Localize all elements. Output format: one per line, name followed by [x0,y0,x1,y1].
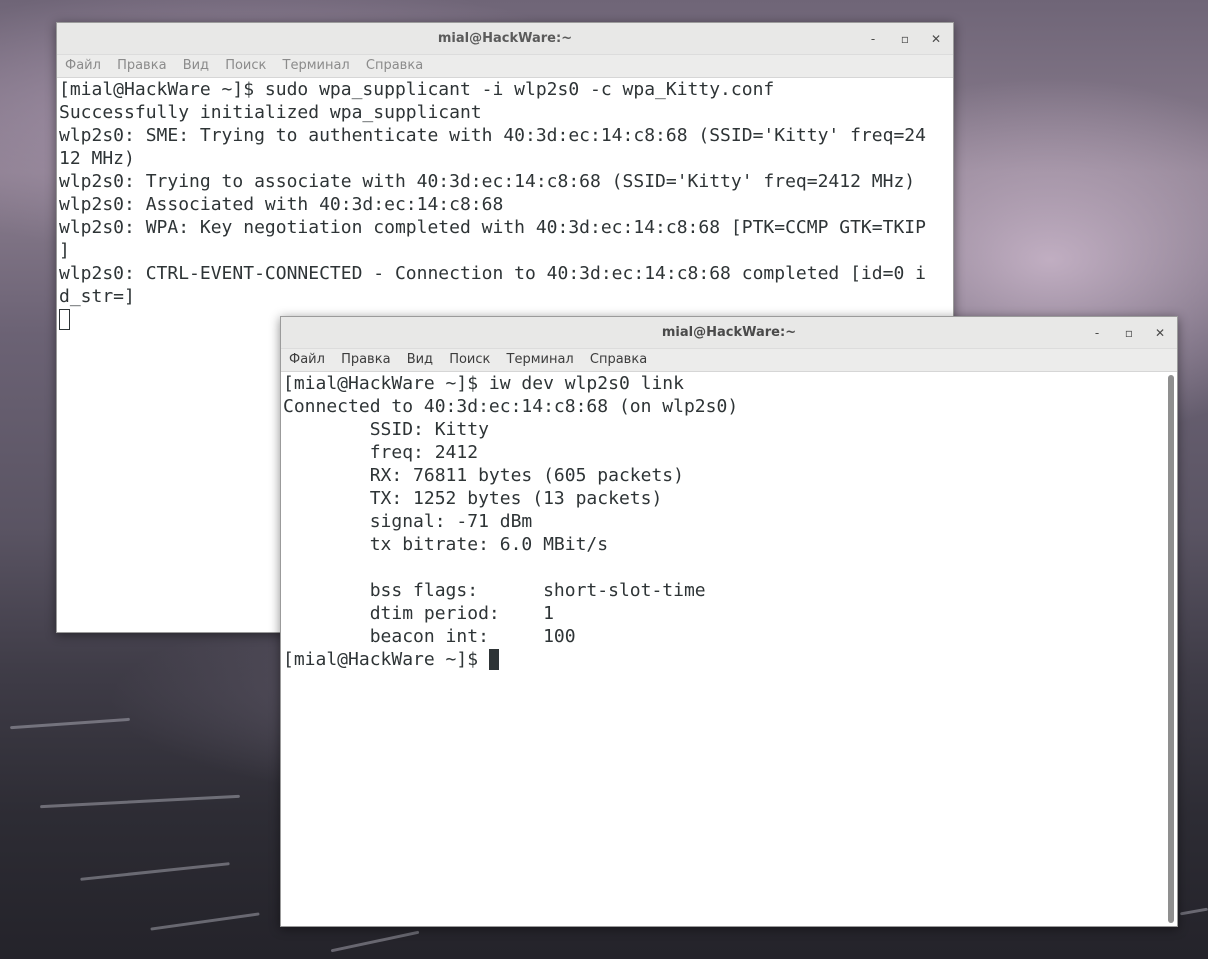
terminal-line: dtim period: 1 [283,603,554,624]
titlebar[interactable]: mial@HackWare:~ ‐ ▫ ✕ [57,23,953,55]
wallpaper-wave [80,862,230,881]
terminal-line: wlp2s0: SME: Trying to authenticate with… [59,125,926,146]
shell-prompt: [mial@HackWare ~]$ [283,649,489,670]
prompt-line: [mial@HackWare ~]$ [281,648,1177,671]
terminal-line: [mial@HackWare ~]$ iw dev wlp2s0 link [283,373,684,394]
terminal-line: d_str=] [59,286,135,307]
close-icon[interactable]: ✕ [927,30,945,48]
menu-view[interactable]: Вид [178,55,214,73]
terminal-line: Successfully initialized wpa_supplicant [59,102,482,123]
terminal-line: wlp2s0: Associated with 40:3d:ec:14:c8:6… [59,194,504,215]
terminal-line: SSID: Kitty [283,419,489,440]
maximize-icon[interactable]: ▫ [1120,324,1138,342]
wallpaper-wave [330,930,420,953]
menubar: Файл Правка Вид Поиск Терминал Справка [281,349,1177,372]
terminal-line: wlp2s0: Trying to associate with 40:3d:e… [59,171,916,192]
close-icon[interactable]: ✕ [1151,324,1169,342]
scrollbar[interactable] [1168,375,1174,923]
terminal-line: signal: -71 dBm [283,511,533,532]
terminal-line: TX: 1252 bytes (13 packets) [283,488,663,509]
titlebar[interactable]: mial@HackWare:~ ‐ ▫ ✕ [281,317,1177,349]
wallpaper-wave [10,717,130,730]
terminal-line: beacon int: 100 [283,626,576,647]
terminal-line: Connected to 40:3d:ec:14:c8:68 (on wlp2s… [283,396,739,417]
terminal-window-front[interactable]: mial@HackWare:~ ‐ ▫ ✕ Файл Правка Вид По… [280,316,1178,927]
menu-terminal[interactable]: Терминал [278,55,355,73]
menu-file[interactable]: Файл [284,349,330,367]
wallpaper-wave [1179,907,1208,916]
menu-help[interactable]: Справка [585,349,652,367]
maximize-icon[interactable]: ▫ [896,30,914,48]
terminal-line: ] [59,240,70,261]
terminal-line: [mial@HackWare ~]$ sudo wpa_supplicant -… [59,79,775,100]
terminal-line: 12 MHz) [59,148,135,169]
terminal-line [281,556,1177,579]
menu-terminal[interactable]: Терминал [502,349,579,367]
menu-search[interactable]: Поиск [444,349,495,367]
terminal-line: RX: 76811 bytes (605 packets) [283,465,684,486]
window-title: mial@HackWare:~ [437,31,573,46]
terminal-line: tx bitrate: 6.0 MBit/s [283,534,609,555]
wallpaper-wave [40,794,240,809]
menu-help[interactable]: Справка [361,55,428,73]
terminal-area[interactable]: [mial@HackWare ~]$ iw dev wlp2s0 link Co… [281,372,1177,926]
terminal-line: freq: 2412 [283,442,479,463]
terminal-line: wlp2s0: CTRL-EVENT-CONNECTED - Connectio… [59,263,926,284]
terminal-cursor [488,649,499,670]
menu-search[interactable]: Поиск [220,55,271,73]
minimize-icon[interactable]: ‐ [864,30,882,48]
terminal-cursor [59,309,70,330]
terminal-line: wlp2s0: WPA: Key negotiation completed w… [59,217,926,238]
wallpaper-wave [150,912,260,931]
minimize-icon[interactable]: ‐ [1088,324,1106,342]
window-title: mial@HackWare:~ [661,325,797,340]
menu-view[interactable]: Вид [402,349,438,367]
menu-edit[interactable]: Правка [112,55,171,73]
menubar: Файл Правка Вид Поиск Терминал Справка [57,55,953,78]
menu-edit[interactable]: Правка [336,349,395,367]
terminal-line: bss flags: short-slot-time [283,580,706,601]
menu-file[interactable]: Файл [60,55,106,73]
